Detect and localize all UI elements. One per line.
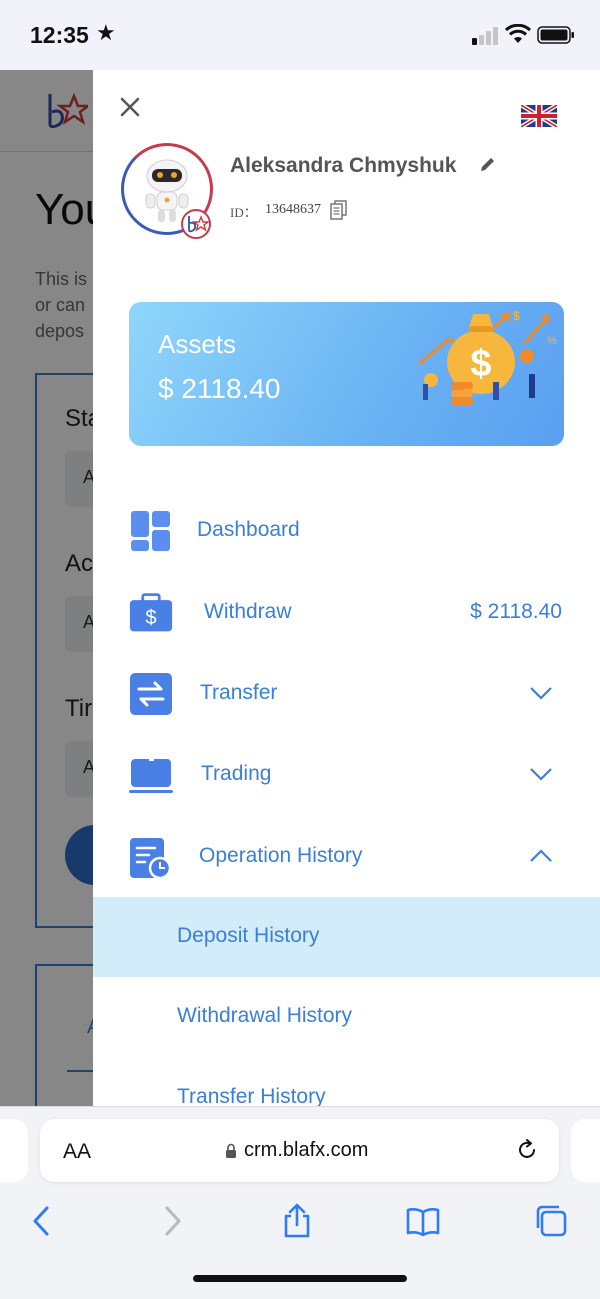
dashboard-icon	[131, 511, 170, 551]
next-tab-preview[interactable]	[571, 1119, 600, 1182]
transfer-icon	[130, 673, 172, 715]
menu-item-trading[interactable]: Trading	[93, 744, 600, 806]
home-indicator	[193, 1275, 407, 1282]
lock-icon	[226, 1143, 236, 1158]
uk-flag-icon[interactable]	[521, 105, 557, 127]
user-name: Aleksandra Chmyshuk	[230, 154, 457, 177]
menu-item-withdraw[interactable]: $ Withdraw $ 2118.40	[93, 582, 600, 644]
user-id-label: ID：	[230, 205, 257, 220]
chevron-down-icon[interactable]	[529, 764, 553, 784]
chevron-up-icon[interactable]	[529, 846, 553, 866]
address-bar[interactable]: AA crm.blafx.com	[40, 1119, 559, 1182]
menu-label-dashboard: Dashboard	[197, 518, 300, 541]
close-icon[interactable]	[117, 94, 143, 120]
submenu-item-withdrawal-history[interactable]: Withdrawal History	[93, 977, 600, 1057]
svg-text:$: $	[470, 343, 491, 385]
svg-text:%: %	[547, 335, 557, 347]
bookmarks-icon[interactable]	[405, 1203, 441, 1239]
withdraw-amount: $ 2118.40	[470, 600, 562, 623]
reload-icon[interactable]	[515, 1138, 539, 1162]
url-text[interactable]: crm.blafx.com	[244, 1139, 368, 1162]
status-time: 12:35	[30, 22, 89, 48]
svg-text:$: $	[145, 607, 156, 629]
menu-label-trading: Trading	[201, 762, 272, 785]
status-bar: 12:35 ★	[0, 0, 600, 70]
avatar-badge-icon	[181, 209, 211, 239]
submenu-label-deposit-history: Deposit History	[177, 924, 320, 947]
previous-tab-preview[interactable]	[0, 1119, 28, 1182]
history-icon	[130, 838, 172, 879]
assets-card: Assets $ 2118.40 $ $ %	[129, 302, 564, 446]
user-id: 13648637	[265, 202, 321, 217]
menu-label-withdraw: Withdraw	[204, 600, 292, 623]
submenu-item-deposit-history[interactable]: Deposit History	[93, 897, 600, 977]
svg-text:$: $	[513, 309, 520, 323]
back-icon[interactable]	[24, 1203, 60, 1239]
assets-value: $ 2118.40	[158, 373, 281, 404]
cellular-signal-icon	[472, 27, 500, 45]
battery-icon	[537, 26, 574, 44]
wallet-icon: $	[129, 593, 173, 632]
tabs-icon[interactable]	[533, 1203, 569, 1239]
menu-item-operation-history[interactable]: Operation History	[93, 826, 600, 888]
submenu-label-withdrawal-history: Withdrawal History	[177, 1004, 353, 1027]
edit-pencil-icon[interactable]	[478, 154, 498, 174]
menu-item-dashboard[interactable]: Dashboard	[93, 500, 600, 562]
text-size-button[interactable]: AA	[63, 1140, 91, 1164]
assets-label: Assets	[158, 329, 237, 359]
wifi-icon	[505, 24, 531, 43]
menu-label-transfer: Transfer	[200, 681, 278, 704]
laptop-icon	[129, 759, 173, 793]
copy-icon[interactable]	[330, 200, 348, 220]
menu-item-transfer[interactable]: Transfer	[93, 663, 600, 725]
side-drawer: Aleksandra Chmyshuk ID： 13648637 Assets …	[93, 70, 600, 1106]
menu-label-operation-history: Operation History	[199, 844, 363, 867]
submenu-item-transfer-history[interactable]: Transfer History	[93, 1058, 600, 1106]
forward-icon[interactable]	[154, 1203, 190, 1239]
chevron-down-icon[interactable]	[529, 683, 553, 703]
browser-toolbar: AA crm.blafx.com	[0, 1106, 600, 1299]
money-bag-illustration-icon: $ $ %	[418, 309, 557, 405]
share-icon[interactable]	[279, 1203, 315, 1239]
submenu-label-transfer-history: Transfer History	[177, 1085, 326, 1106]
star-icon: ★	[96, 20, 116, 45]
